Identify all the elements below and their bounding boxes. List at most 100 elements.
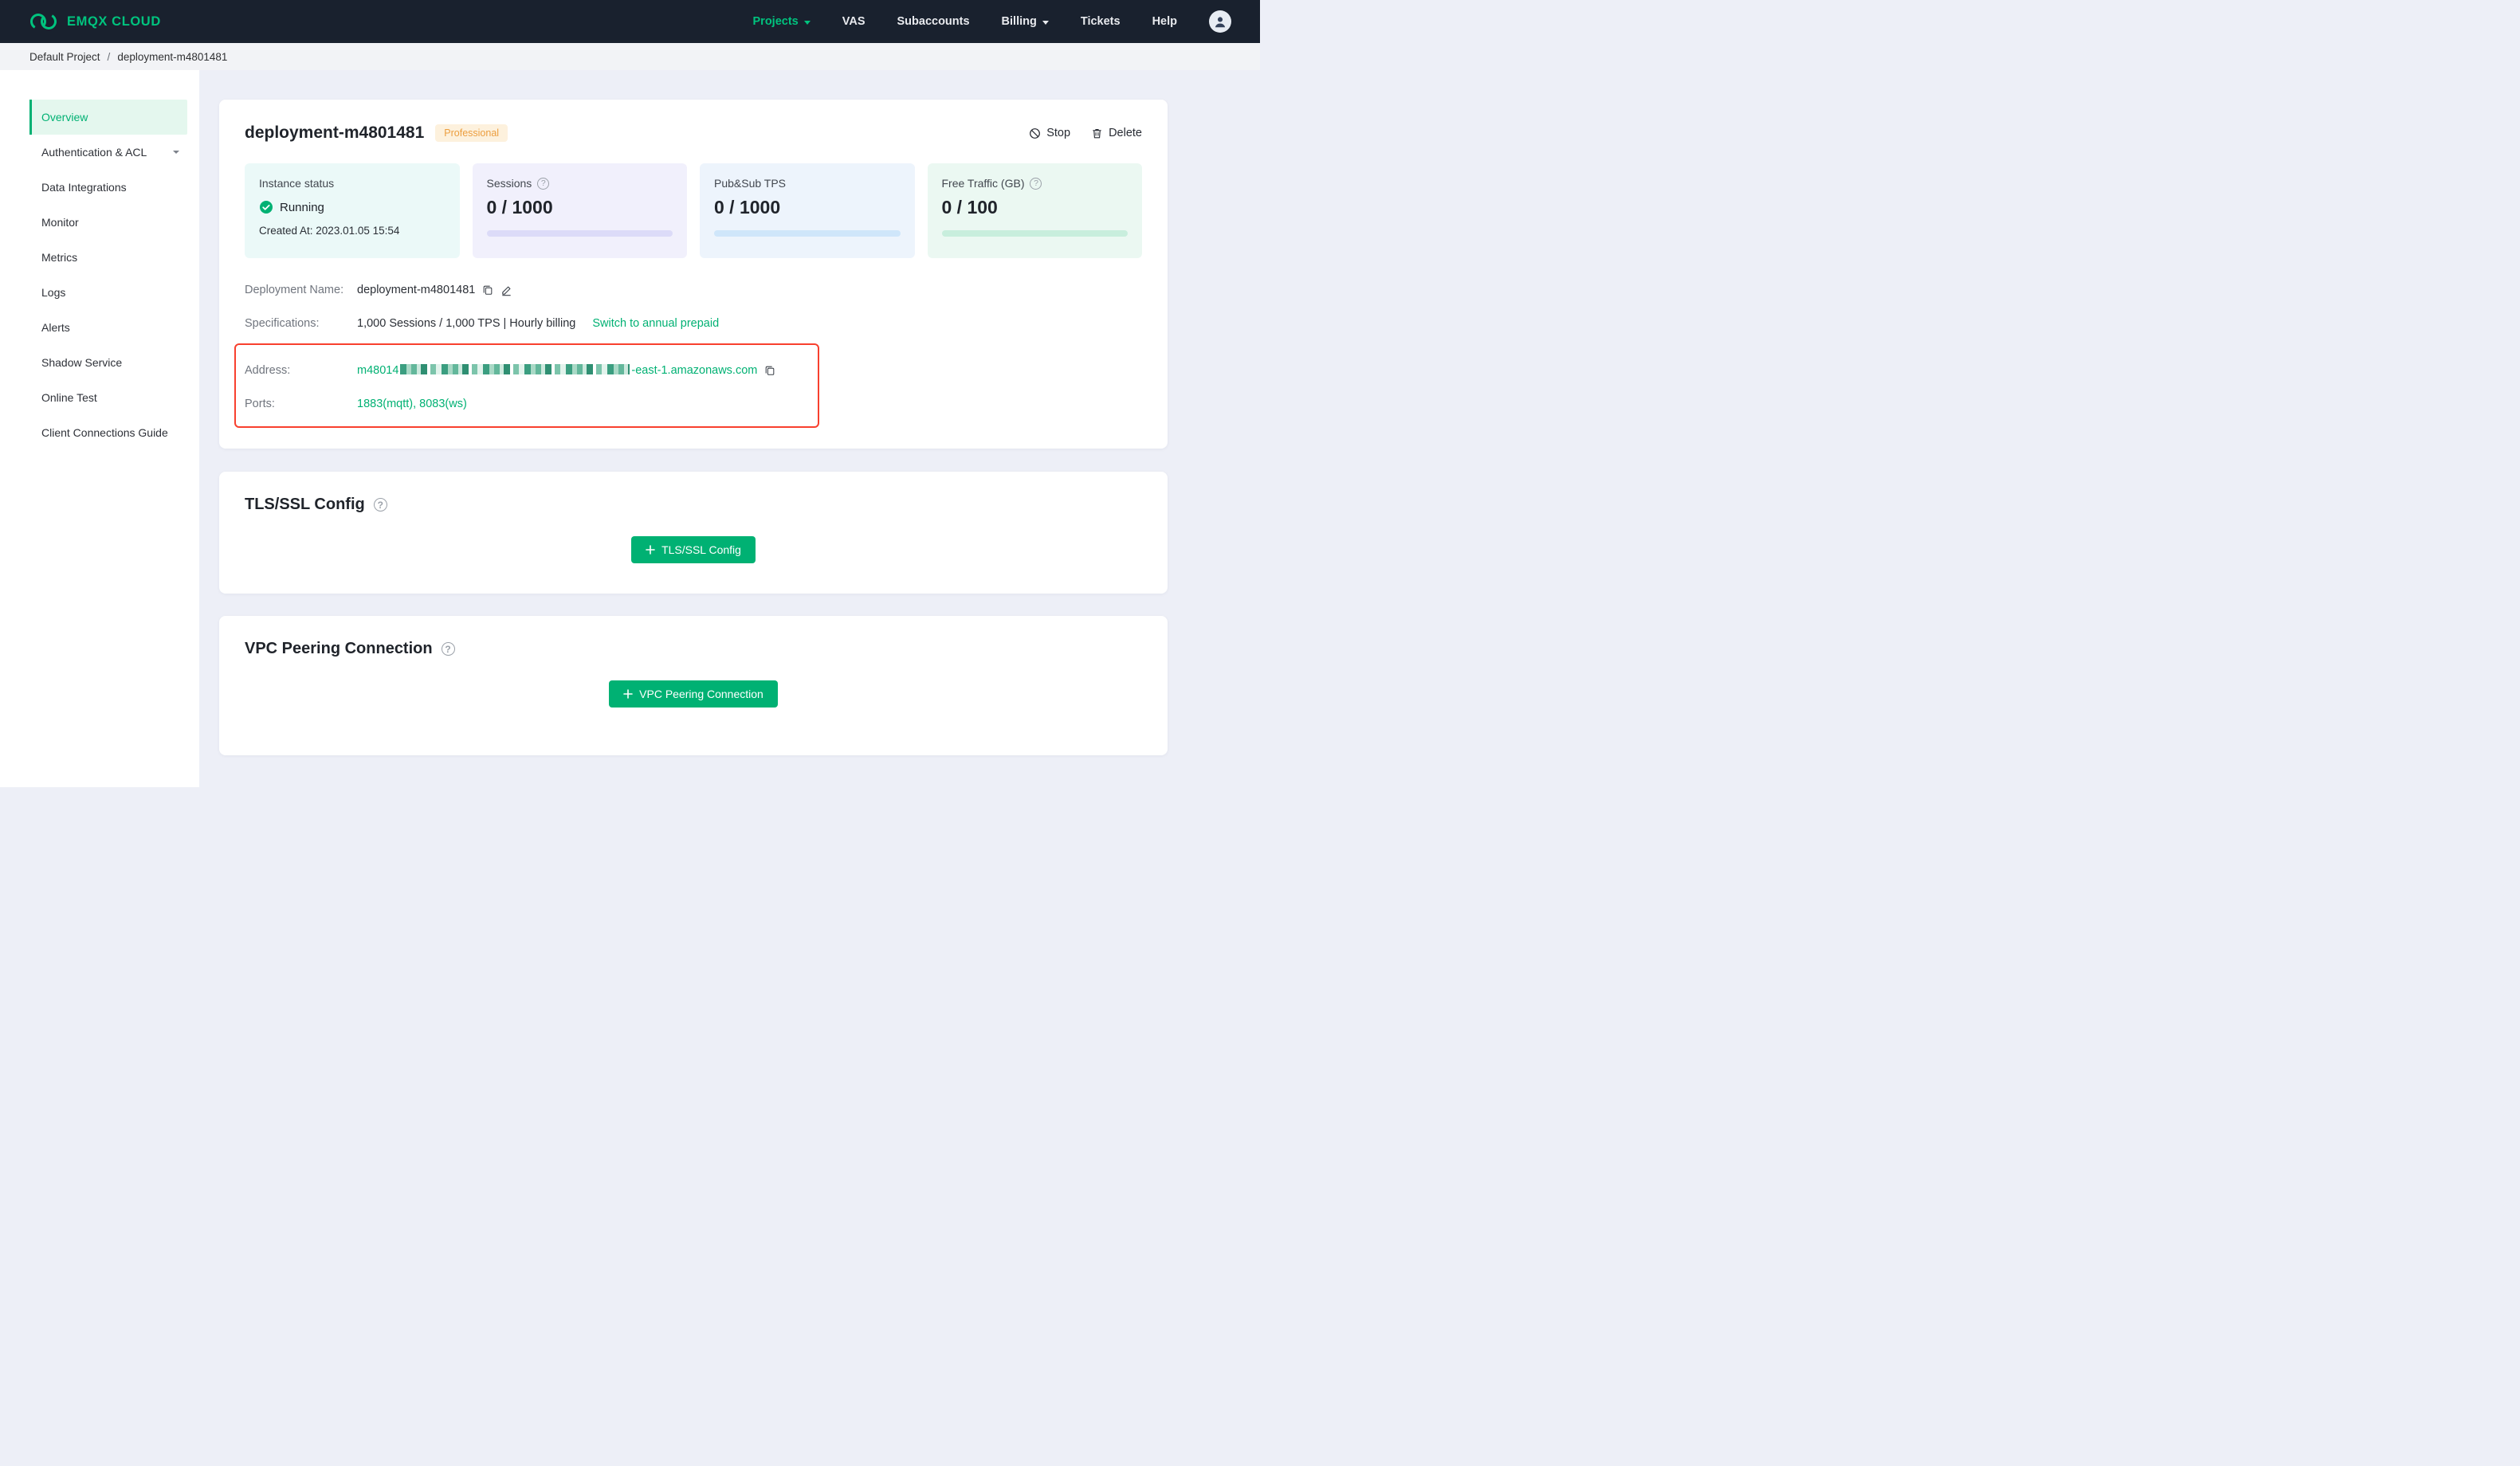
help-icon[interactable] bbox=[1030, 177, 1042, 190]
free-traffic-label-row: Free Traffic (GB) bbox=[942, 177, 1129, 190]
copy-icon[interactable] bbox=[482, 284, 493, 296]
sidebar-item-label: Monitor bbox=[41, 216, 79, 229]
breadcrumb-separator: / bbox=[107, 50, 111, 63]
sidebar-item-logs[interactable]: Logs bbox=[29, 275, 187, 310]
emqx-cloud-logo[interactable]: EMQX CLOUD bbox=[29, 11, 161, 32]
pubsub-tps-label: Pub&Sub TPS bbox=[714, 177, 787, 190]
sidebar-item-data-integrations[interactable]: Data Integrations bbox=[29, 170, 187, 205]
add-tls-ssl-config-button[interactable]: TLS/SSL Config bbox=[631, 536, 756, 563]
sessions-value: 0 / 1000 bbox=[486, 197, 553, 218]
deployment-name-row: Deployment Name: deployment-m4801481 bbox=[245, 282, 1142, 298]
specifications-value-wrap: 1,000 Sessions / 1,000 TPS | Hourly bill… bbox=[357, 317, 719, 330]
address-label: Address: bbox=[245, 364, 291, 377]
tls-ssl-config-card: TLS/SSL Config TLS/SSL Config bbox=[219, 472, 1168, 594]
edit-icon[interactable] bbox=[500, 284, 512, 296]
specifications-row: Specifications: 1,000 Sessions / 1,000 T… bbox=[245, 316, 1142, 331]
sidebar-item-label: Client Connections Guide bbox=[41, 426, 168, 439]
sidebar-item-label: Data Integrations bbox=[41, 181, 127, 194]
help-icon[interactable] bbox=[373, 498, 387, 512]
ports-label: Ports: bbox=[245, 398, 275, 410]
stop-button[interactable]: Stop bbox=[1029, 127, 1070, 139]
nav-help-label: Help bbox=[1152, 15, 1177, 28]
sidebar-item-label: Online Test bbox=[41, 391, 97, 404]
address-value: m48014 -east-1.amazonaws.com bbox=[357, 364, 757, 377]
vpc-peering-card: VPC Peering Connection VPC Peering Conne… bbox=[219, 616, 1168, 755]
free-traffic-value: 0 / 100 bbox=[941, 197, 998, 218]
connection-highlight-box: Address: m48014 -east-1.amazonaws.com Por… bbox=[234, 343, 819, 428]
free-traffic-label: Free Traffic (GB) bbox=[941, 177, 1025, 190]
user-avatar[interactable] bbox=[1209, 10, 1231, 33]
sidebar-item-label: Shadow Service bbox=[41, 356, 123, 369]
vpc-peering-body: VPC Peering Connection bbox=[245, 680, 1142, 708]
sidebar-item-alerts[interactable]: Alerts bbox=[29, 310, 187, 345]
nav-subaccounts[interactable]: Subaccounts bbox=[897, 15, 970, 28]
delete-label: Delete bbox=[1109, 127, 1142, 139]
status-running-text: Running bbox=[280, 200, 324, 214]
free-traffic-progress-bar bbox=[941, 230, 1128, 237]
sessions-label: Sessions bbox=[486, 177, 532, 190]
sidebar-item-authentication-acl[interactable]: Authentication & ACL bbox=[29, 135, 187, 170]
deployment-actions: Stop Delete bbox=[1029, 127, 1142, 139]
trash-icon bbox=[1093, 128, 1101, 138]
stats-row: Instance status Running Created At: 2023… bbox=[245, 163, 1142, 258]
sidebar: Overview Authentication & ACL Data Integ… bbox=[0, 70, 199, 787]
brand-name: EMQX CLOUD bbox=[67, 14, 161, 29]
check-circle-icon bbox=[260, 201, 273, 214]
deployment-name-label: Deployment Name: bbox=[245, 284, 344, 296]
sidebar-item-label: Logs bbox=[41, 286, 66, 299]
delete-button[interactable]: Delete bbox=[1091, 127, 1142, 139]
sidebar-item-metrics[interactable]: Metrics bbox=[29, 240, 187, 275]
person-icon bbox=[1215, 17, 1226, 28]
top-navbar: EMQX CLOUD Projects VAS Subaccounts Bill… bbox=[0, 0, 1260, 43]
help-icon[interactable] bbox=[537, 177, 550, 190]
nav-tickets-label: Tickets bbox=[1080, 15, 1121, 28]
nav-vas[interactable]: VAS bbox=[842, 15, 866, 28]
address-value-wrap: m48014 -east-1.amazonaws.com bbox=[357, 364, 775, 377]
deployment-title-row: deployment-m4801481 Professional Stop De… bbox=[245, 123, 1142, 143]
pubsub-tps-label-row: Pub&Sub TPS bbox=[714, 177, 901, 190]
redacted-address-segment bbox=[400, 364, 630, 374]
add-vpc-peering-label: VPC Peering Connection bbox=[639, 688, 763, 700]
free-traffic-card: Free Traffic (GB) 0 / 100 bbox=[927, 163, 1142, 258]
sidebar-item-label: Alerts bbox=[41, 321, 70, 334]
sidebar-item-shadow-service[interactable]: Shadow Service bbox=[29, 345, 187, 380]
add-vpc-peering-button[interactable]: VPC Peering Connection bbox=[609, 680, 778, 708]
nav-billing-label: Billing bbox=[1001, 15, 1037, 28]
tls-ssl-body: TLS/SSL Config bbox=[245, 536, 1142, 563]
breadcrumb: Default Project / deployment-m4801481 bbox=[0, 43, 1260, 70]
top-nav-menu: Projects VAS Subaccounts Billing Tickets… bbox=[753, 10, 1231, 33]
sidebar-item-online-test[interactable]: Online Test bbox=[29, 380, 187, 415]
deployment-title: deployment-m4801481 bbox=[245, 123, 425, 142]
sidebar-item-label: Metrics bbox=[41, 251, 78, 264]
sidebar-item-monitor[interactable]: Monitor bbox=[29, 205, 187, 240]
address-row: Address: m48014 -east-1.amazonaws.com bbox=[245, 363, 807, 378]
sessions-label-row: Sessions bbox=[487, 177, 673, 190]
sidebar-item-overview[interactable]: Overview bbox=[29, 100, 187, 135]
emqx-logo-icon bbox=[30, 14, 57, 29]
ports-value: 1883(mqtt), 8083(ws) bbox=[357, 398, 467, 410]
deployment-name-value-wrap: deployment-m4801481 bbox=[357, 284, 512, 296]
stop-icon bbox=[1030, 127, 1041, 139]
chevron-down-icon bbox=[803, 20, 811, 25]
sidebar-item-client-connections-guide[interactable]: Client Connections Guide bbox=[29, 415, 187, 450]
address-suffix: -east-1.amazonaws.com bbox=[631, 364, 758, 377]
sidebar-item-label: Authentication & ACL bbox=[41, 146, 147, 159]
plan-badge: Professional bbox=[435, 124, 508, 142]
pubsub-tps-progress-bar bbox=[714, 230, 901, 237]
switch-annual-prepaid-link[interactable]: Switch to annual prepaid bbox=[592, 317, 719, 330]
instance-status-label: Instance status bbox=[259, 177, 335, 190]
copy-icon[interactable] bbox=[764, 365, 775, 376]
nav-tickets[interactable]: Tickets bbox=[1081, 15, 1121, 28]
specifications-value: 1,000 Sessions / 1,000 TPS | Hourly bill… bbox=[357, 317, 576, 330]
breadcrumb-project[interactable]: Default Project bbox=[29, 51, 100, 63]
chevron-down-icon bbox=[173, 151, 179, 154]
sidebar-item-label: Overview bbox=[41, 111, 88, 123]
nav-billing[interactable]: Billing bbox=[1002, 15, 1049, 28]
nav-help[interactable]: Help bbox=[1152, 15, 1177, 28]
created-at: Created At: 2023.01.05 15:54 bbox=[259, 225, 400, 237]
specifications-label: Specifications: bbox=[245, 317, 320, 330]
nav-projects[interactable]: Projects bbox=[753, 15, 811, 28]
main-content: deployment-m4801481 Professional Stop De… bbox=[199, 70, 1260, 787]
help-icon[interactable] bbox=[441, 642, 455, 656]
address-prefix: m48014 bbox=[357, 364, 399, 377]
